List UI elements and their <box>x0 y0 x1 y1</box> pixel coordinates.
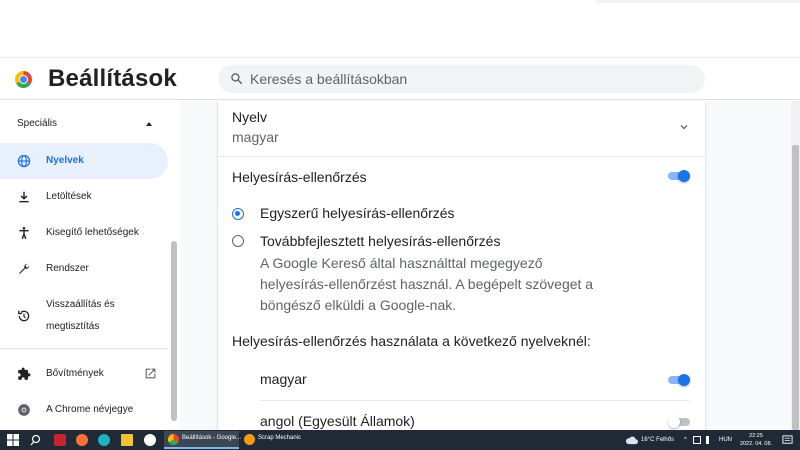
sidebar-section-advanced[interactable]: Speciális <box>17 118 57 129</box>
sidebar-item-label: Kisegítő lehetőségek <box>46 227 139 238</box>
search-input[interactable] <box>250 69 690 89</box>
history-icon <box>18 310 30 322</box>
sidebar-item-label: Nyelvek <box>46 155 84 166</box>
edge-icon[interactable] <box>98 434 110 446</box>
taskbar-task-chrome[interactable]: Beállítások - Google... <box>164 431 242 449</box>
chevron-down-icon[interactable] <box>678 121 690 133</box>
basic-spellcheck-radio[interactable] <box>232 208 244 220</box>
toggle-knob <box>678 374 690 386</box>
spellcheck-toggle[interactable] <box>668 170 690 182</box>
steam-icon[interactable] <box>144 434 156 446</box>
sidebar-divider <box>0 348 168 349</box>
sidebar: Speciális Nyelvek Letöltések Kisegítő le… <box>0 101 180 430</box>
language-title: Nyelv <box>232 109 268 125</box>
wrench-icon <box>19 263 30 274</box>
page-title: Beállítások <box>48 65 177 92</box>
search-icon <box>231 73 243 85</box>
toggle-knob <box>668 416 680 428</box>
notification-icon[interactable] <box>782 434 793 446</box>
enhanced-spellcheck-description: A Google Kereső által használttal megegy… <box>260 255 594 313</box>
sidebar-scrollbar[interactable] <box>171 241 177 421</box>
sidebar-item-languages[interactable]: Nyelvek <box>0 143 168 179</box>
browser-toolbar-area <box>0 0 800 58</box>
tray-chevron-up-icon[interactable]: ^ <box>684 437 687 443</box>
chrome-logo-icon <box>15 71 32 88</box>
enhanced-spellcheck-radio[interactable] <box>232 235 244 247</box>
row-divider <box>218 156 705 157</box>
sidebar-item-label: Visszaállítás és megtisztítás <box>46 294 115 338</box>
sidebar-item-label-line2: megtisztítás <box>46 321 100 332</box>
spellcheck-title: Helyesírás-ellenőrzés <box>232 169 367 185</box>
chrome-settings-window: Beállítások Speciális Nyelvek <box>0 0 800 450</box>
windows-start-icon[interactable] <box>7 434 19 446</box>
sidebar-item-label: Rendszer <box>46 263 89 274</box>
sidebar-item-label: Letöltések <box>46 191 92 202</box>
spellcheck-language-hungarian: magyar <box>260 371 307 387</box>
taskbar-task-scrap-mechanic[interactable]: Scrap Mechanic <box>240 431 315 449</box>
sidebar-item-downloads[interactable]: Letöltések <box>0 179 168 215</box>
sidebar-item-accessibility[interactable]: Kisegítő lehetőségek <box>0 215 168 251</box>
sidebar-item-label-line1: Visszaállítás és <box>46 299 115 310</box>
sidebar-item-system[interactable]: Rendszer <box>0 251 168 287</box>
file-explorer-icon[interactable] <box>121 434 133 446</box>
puzzle-icon <box>18 367 31 380</box>
spellcheck-language-english: angol (Egyesült Államok) <box>260 413 415 429</box>
open-in-new-icon <box>145 368 156 379</box>
firefox-icon[interactable] <box>76 434 88 446</box>
search-box[interactable] <box>218 65 705 93</box>
toggle-knob <box>678 170 690 182</box>
download-icon <box>19 191 29 203</box>
network-icon[interactable] <box>693 436 701 444</box>
toolbar-strip <box>596 0 800 3</box>
clock[interactable]: 22:25 2022. 04. 08. <box>737 432 775 448</box>
accessibility-icon <box>19 227 29 240</box>
input-language[interactable]: HUN <box>719 437 732 443</box>
sidebar-item-label: A Chrome névjegye <box>46 404 134 415</box>
clock-date: 2022. 04. 08. <box>739 441 773 447</box>
english-spellcheck-toggle[interactable] <box>668 416 690 428</box>
enhanced-spellcheck-label[interactable]: Továbbfejlesztett helyesírás-ellenőrzés <box>260 233 500 249</box>
row-divider <box>260 400 690 401</box>
scrap-mechanic-icon <box>244 434 255 445</box>
weather-text[interactable]: 16°C Felhős <box>641 437 674 443</box>
task-label: Scrap Mechanic <box>258 435 302 441</box>
spellcheck-languages-heading: Helyesírás-ellenőrzés használata a követ… <box>232 333 591 349</box>
task-label: Beállítások - Google... <box>182 435 242 441</box>
languages-card: Nyelv magyar Helyesírás-ellenőrzés Egysz… <box>218 101 705 430</box>
chrome-icon <box>18 404 30 416</box>
app-pinned-icon[interactable] <box>54 434 66 446</box>
settings-header: Beállítások <box>0 59 800 100</box>
main-scrollbar-thumb[interactable] <box>792 145 799 430</box>
basic-spellcheck-label[interactable]: Egyszerű helyesírás-ellenőrzés <box>260 205 455 221</box>
main-scrollbar[interactable] <box>791 101 800 430</box>
globe-icon <box>17 154 31 168</box>
sidebar-item-extensions[interactable]: Bővítmények <box>0 356 168 392</box>
chrome-icon <box>168 434 179 445</box>
caret-up-icon[interactable] <box>146 122 152 126</box>
volume-icon[interactable] <box>706 436 714 444</box>
sidebar-item-about[interactable]: A Chrome névjegye <box>0 392 168 428</box>
search-icon[interactable] <box>30 434 42 446</box>
cloud-icon[interactable] <box>625 434 638 446</box>
windows-taskbar: Beállítások - Google... Scrap Mechanic 1… <box>0 430 800 450</box>
language-value: magyar <box>232 129 279 145</box>
hungarian-spellcheck-toggle[interactable] <box>668 374 690 386</box>
clock-time: 22:25 <box>749 433 763 439</box>
sidebar-item-reset[interactable]: Visszaállítás és megtisztítás <box>0 294 168 338</box>
sidebar-item-label: Bővítmények <box>46 368 104 379</box>
